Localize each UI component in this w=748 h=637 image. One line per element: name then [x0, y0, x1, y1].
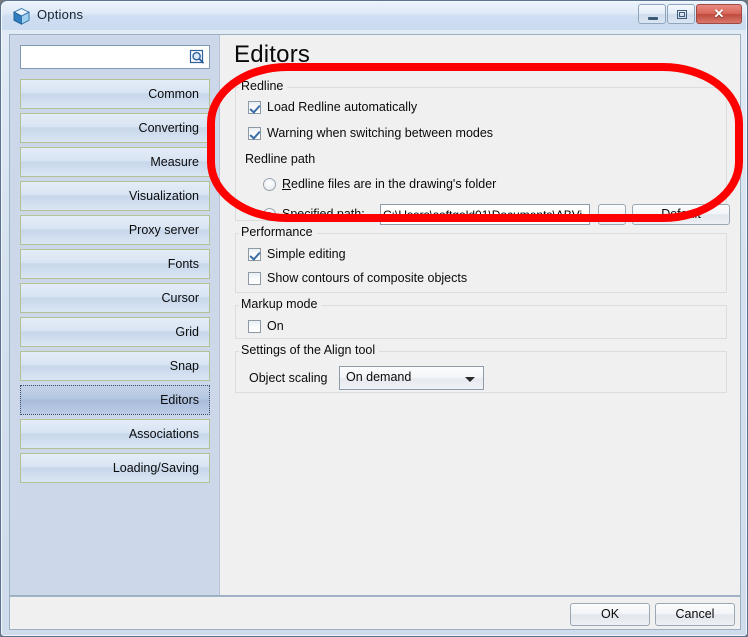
maximize-button[interactable] [667, 4, 695, 24]
sidebar-item-cursor[interactable]: Cursor [20, 283, 210, 313]
group-align-tool-label: Settings of the Align tool [239, 343, 380, 358]
checkbox-show-contours-of-composite-objects[interactable]: Show contours of composite objects [248, 271, 467, 285]
close-icon: ✕ [713, 6, 725, 21]
dialog-footer: OK Cancel [9, 596, 741, 630]
radio-redline-in-drawing-folder-label: Redline files are in the drawing's folde… [282, 177, 496, 191]
settings-sidebar: Common Converting Measure Visualization … [10, 35, 220, 595]
checkbox-icon-unchecked[interactable] [248, 271, 261, 285]
title-bar[interactable]: Options ✕ [2, 2, 746, 30]
checkbox-simple-editing[interactable]: Simple editing [248, 247, 346, 261]
checkbox-markup-on[interactable]: On [248, 319, 284, 333]
checkbox-warning-when-switching-modes-label: Warning when switching between modes [267, 126, 494, 140]
object-scaling-value: On demand [346, 370, 412, 384]
options-dialog-screenshot: Options ✕ Common Converting Measure Visu… [0, 0, 748, 637]
maximize-icon [677, 10, 687, 19]
sidebar-item-common[interactable]: Common [20, 79, 210, 109]
settings-nav-list: Common Converting Measure Visualization … [20, 79, 210, 487]
sidebar-item-proxy-server[interactable]: Proxy server [20, 215, 210, 245]
accel-rest: edline files are in the drawing's folder [291, 177, 497, 191]
sidebar-item-converting[interactable]: Converting [20, 113, 210, 143]
group-redline-label: Redline [239, 79, 288, 94]
radio-redline-in-drawing-folder[interactable]: Redline files are in the drawing's folde… [263, 177, 496, 191]
search-icon[interactable] [188, 48, 206, 66]
group-align-tool: Settings of the Align tool Object scalin… [235, 343, 727, 393]
checkbox-simple-editing-label: Simple editing [267, 247, 346, 261]
redline-path-input[interactable] [380, 204, 590, 225]
group-markup-mode-label: Markup mode [239, 297, 322, 312]
window-controls: ✕ [638, 4, 742, 24]
default-path-button[interactable]: Default [632, 204, 730, 225]
checkbox-load-redline-automatically-label: Load Redline automatically [267, 100, 418, 114]
settings-main-pane: Editors Redline Load Redline automatical… [221, 35, 740, 595]
ok-button[interactable]: OK [570, 603, 650, 626]
window-title: Options [37, 7, 84, 22]
checkbox-load-redline-automatically[interactable]: Load Redline automatically [248, 100, 417, 114]
cancel-button[interactable]: Cancel [655, 603, 735, 626]
checkbox-icon-checked[interactable] [248, 247, 261, 261]
group-performance-label: Performance [239, 225, 317, 240]
object-scaling-label: Object scaling [249, 371, 328, 385]
sidebar-item-visualization[interactable]: Visualization [20, 181, 210, 211]
redline-path-label: Redline path [245, 152, 316, 166]
minimize-icon [648, 17, 658, 20]
group-performance: Performance Simple editing Show contours… [235, 225, 727, 293]
dialog-client-area: Common Converting Measure Visualization … [9, 34, 741, 596]
minimize-button[interactable] [638, 4, 666, 24]
radio-icon-unselected[interactable] [263, 177, 276, 191]
cube-icon [12, 7, 31, 26]
sidebar-item-snap[interactable]: Snap [20, 351, 210, 381]
checkbox-icon-checked[interactable] [248, 126, 261, 140]
radio-specified-path-label: Specified path: [282, 207, 365, 221]
sidebar-item-loading-saving[interactable]: Loading/Saving [20, 453, 210, 483]
checkbox-markup-on-label: On [267, 319, 284, 333]
checkbox-icon-checked[interactable] [248, 100, 261, 114]
close-button[interactable]: ✕ [696, 4, 742, 24]
sidebar-item-measure[interactable]: Measure [20, 147, 210, 177]
accel-char: R [282, 177, 292, 191]
search-input[interactable] [24, 48, 188, 68]
checkbox-icon-unchecked[interactable] [248, 319, 261, 333]
checkbox-warning-when-switching-modes[interactable]: Warning when switching between modes [248, 126, 493, 140]
chevron-down-icon[interactable] [465, 377, 475, 382]
group-redline: Redline Load Redline automatically Warni… [235, 79, 730, 225]
group-markup-mode: Markup mode On [235, 297, 727, 339]
sidebar-item-editors[interactable]: Editors [20, 385, 210, 415]
object-scaling-select[interactable]: On demand [339, 366, 484, 390]
search-box[interactable] [20, 45, 210, 69]
options-window: Options ✕ Common Converting Measure Visu… [0, 0, 748, 637]
radio-specified-path[interactable]: Specified path: [263, 207, 365, 221]
sidebar-item-associations[interactable]: Associations [20, 419, 210, 449]
radio-icon-selected[interactable] [263, 207, 276, 221]
checkbox-show-contours-of-composite-objects-label: Show contours of composite objects [267, 271, 468, 285]
sidebar-item-grid[interactable]: Grid [20, 317, 210, 347]
accel-char: D [661, 207, 671, 221]
browse-path-button[interactable]: ... [598, 204, 626, 225]
accel-rest: efault [670, 207, 701, 221]
page-title: Editors [234, 41, 311, 68]
sidebar-item-fonts[interactable]: Fonts [20, 249, 210, 279]
